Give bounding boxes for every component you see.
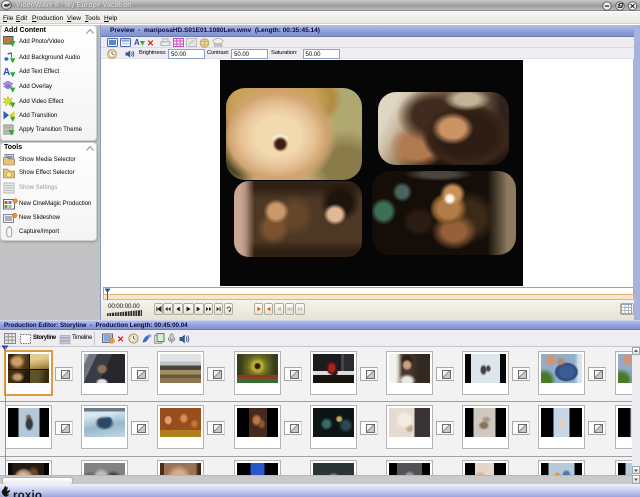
svg-text:DVD: DVD [214,43,223,47]
svg-text:A: A [3,67,10,78]
